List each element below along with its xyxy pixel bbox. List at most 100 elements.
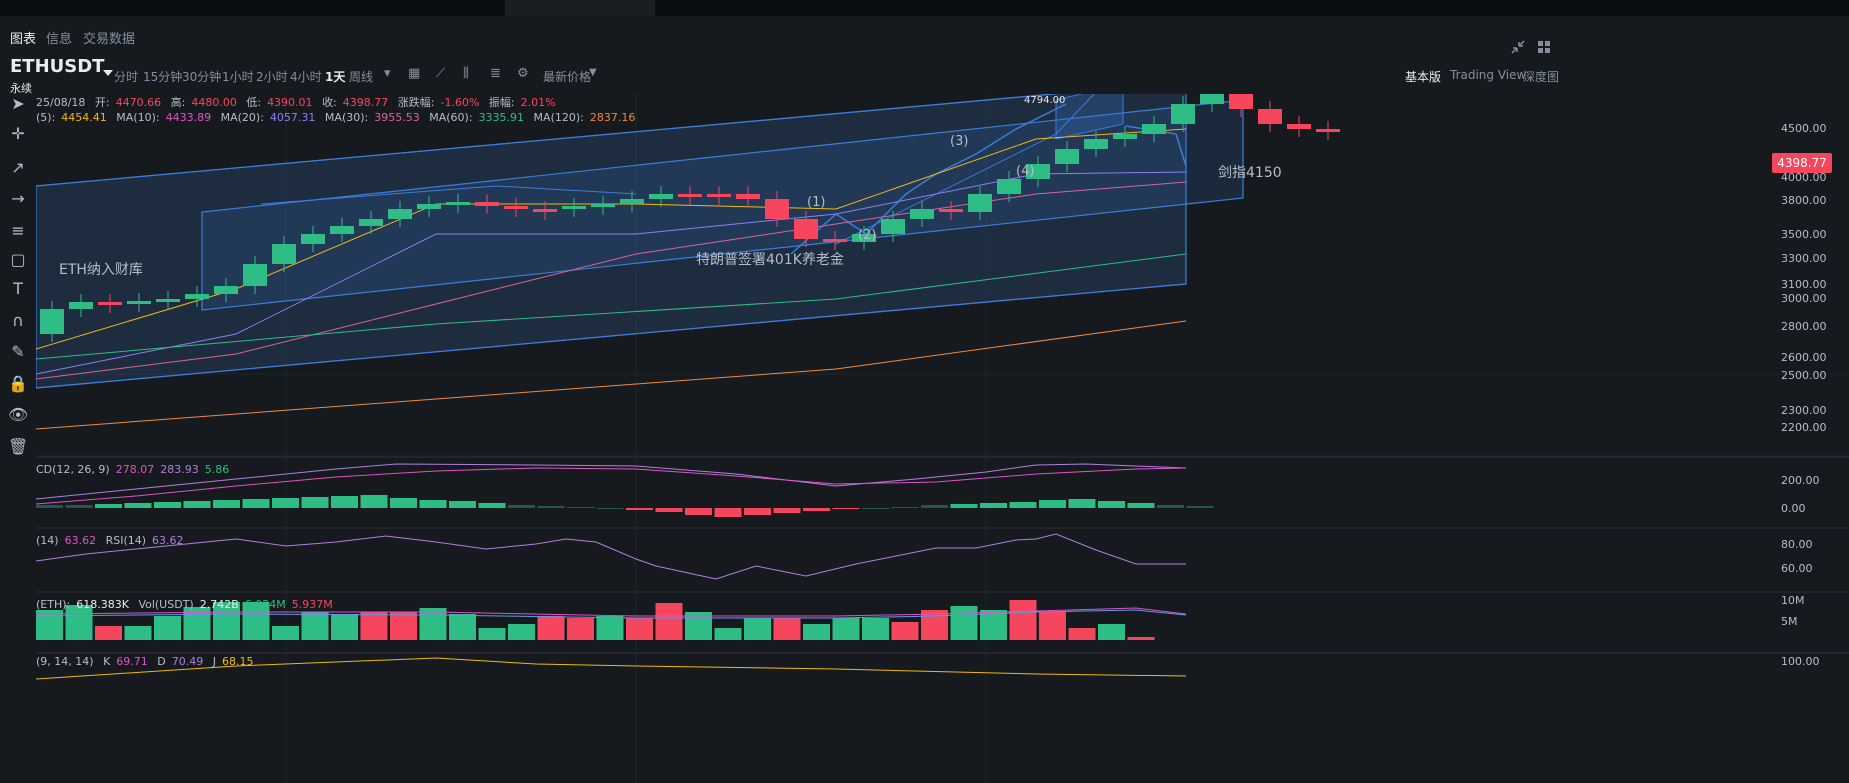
axis-3800: 3800.00 [1781,194,1827,207]
macd-histogram [36,495,1214,517]
rsi-v1: 63.62 [64,534,97,547]
settings-gear-icon[interactable]: ⚙ [517,66,529,81]
macd-bar [183,501,211,508]
candle-body [939,209,963,212]
candle-body [765,199,789,219]
ray-arrow-icon[interactable]: → [8,189,28,209]
crosshair-icon[interactable]: ✛ [8,124,28,144]
vol-v4: 5.937M [291,598,333,611]
candle-body [185,294,209,299]
annot-treasury[interactable]: ETH纳入财库 [59,259,143,279]
symbol-dropdown-icon[interactable] [103,70,113,76]
tf-1h[interactable]: 1小时 [222,68,254,85]
axis-2300: 2300.00 [1781,404,1827,417]
vol-bar [1068,628,1096,640]
tf-4h[interactable]: 4小时 [290,68,322,85]
macd-bar [773,508,801,513]
macd-bar [921,505,948,508]
tf-time[interactable]: 分时 [114,68,138,85]
macd-bar [95,504,122,508]
brush-icon[interactable]: ✎ [8,342,28,362]
date-range-icon[interactable]: ▦ [408,66,420,81]
macd-bar [1068,499,1096,508]
candle-body [475,202,499,206]
tf-2h[interactable]: 2小时 [256,68,288,85]
price-type-select[interactable]: 最新价格 [543,68,591,85]
macd-v3: 5.86 [204,463,230,476]
ohlc-high: 4480.00 [191,96,237,109]
macd-bar [1039,500,1066,508]
magnet-icon[interactable]: ∩ [8,311,28,331]
candle-body [736,194,760,199]
vol-bar [36,610,63,640]
macd-bar [626,508,653,510]
vol-bar [390,612,417,640]
kdj-j-label: J [212,655,217,668]
vol-bar [862,618,889,640]
candle-type-icon[interactable]: ⫼ [463,66,469,81]
indicator-icon[interactable]: ⟋ [436,66,445,81]
ohlc-change: -1.60% [440,96,480,109]
collapse-icon[interactable] [1511,40,1525,54]
tf-1d[interactable]: 1天 [325,68,345,85]
annot-target[interactable]: 剑指4150 [1218,162,1282,182]
ohlc-open-label: 开: [94,96,110,109]
vol-axis-10m: 10M [1781,594,1805,607]
macd-bar [1098,501,1125,508]
wave-1-label: (1) [807,195,826,210]
chart-panel[interactable]: 25/08/18 开: 4470.66 高: 4480.00 低: 4390.01 收… [36,94,1849,783]
price-chart-svg[interactable] [36,94,1849,783]
vol-bar [626,618,653,640]
rsi-label2: RSI(14) [105,534,147,547]
compare-icon[interactable]: ≣ [490,66,501,81]
ohlc-open: 4470.66 [115,96,162,109]
eye-visibility-icon[interactable]: 👁 [8,405,28,425]
vol-bar [1009,600,1037,640]
view-depth[interactable]: 深度图 [1523,68,1559,85]
more-timeframes-icon[interactable]: ▾ [384,66,391,81]
candle-body [881,219,905,234]
candle-body [1171,104,1195,124]
tab-info[interactable]: 信息 [46,28,72,47]
macd-bar [213,500,240,508]
layout-grid-icon[interactable] [1537,40,1551,54]
candle-body [707,194,731,197]
wave-3-label: (3) [950,134,969,149]
tf-15m[interactable]: 15分钟 [143,68,182,85]
candle-body [1055,149,1079,164]
vol-bar [508,624,535,640]
candle-body [40,309,64,334]
lock-icon[interactable]: 🔒 [8,374,28,394]
tf-30m[interactable]: 30分钟 [182,68,221,85]
trendline-icon[interactable]: ↗ [8,158,28,178]
fib-icon[interactable]: ≡ [8,221,28,241]
cursor-arrow-icon[interactable]: ➤ [8,94,28,114]
macd-bar [1009,502,1037,508]
view-basic[interactable]: 基本版 [1405,68,1441,85]
macd-bar [124,503,152,508]
text-tool-icon[interactable]: T [8,279,28,299]
vol-bar [744,618,771,640]
ticker-highlight [505,0,655,16]
ohlc-low-label: 低: [246,96,262,109]
symbol-name[interactable]: ETHUSDT [10,56,104,77]
tf-week[interactable]: 周线 [349,68,373,85]
vol-bar [567,618,594,640]
macd-v2: 283.93 [160,463,199,476]
macd-bar [1157,505,1184,508]
kdj-j: 68.15 [222,655,254,668]
macd-bar [508,505,535,508]
axis-2800: 2800.00 [1781,320,1827,333]
vol-bar [596,616,624,640]
price-type-chevron-icon[interactable]: ▼ [589,67,597,78]
tab-trading-data[interactable]: 交易数据 [83,28,135,47]
shape-rect-icon[interactable]: ▢ [8,250,28,270]
macd-bar [301,497,329,508]
ma30-value: 3955.53 [374,111,420,124]
ohlc-date: 25/08/18 [36,96,86,109]
tab-chart[interactable]: 图表 [10,28,37,56]
trash-icon[interactable]: 🗑 [8,437,28,457]
ma20-value: 4057.31 [269,111,316,124]
view-tradingview[interactable]: Trading View [1450,68,1526,82]
annot-trump[interactable]: 特朗普签署401K养老金 [696,249,844,269]
